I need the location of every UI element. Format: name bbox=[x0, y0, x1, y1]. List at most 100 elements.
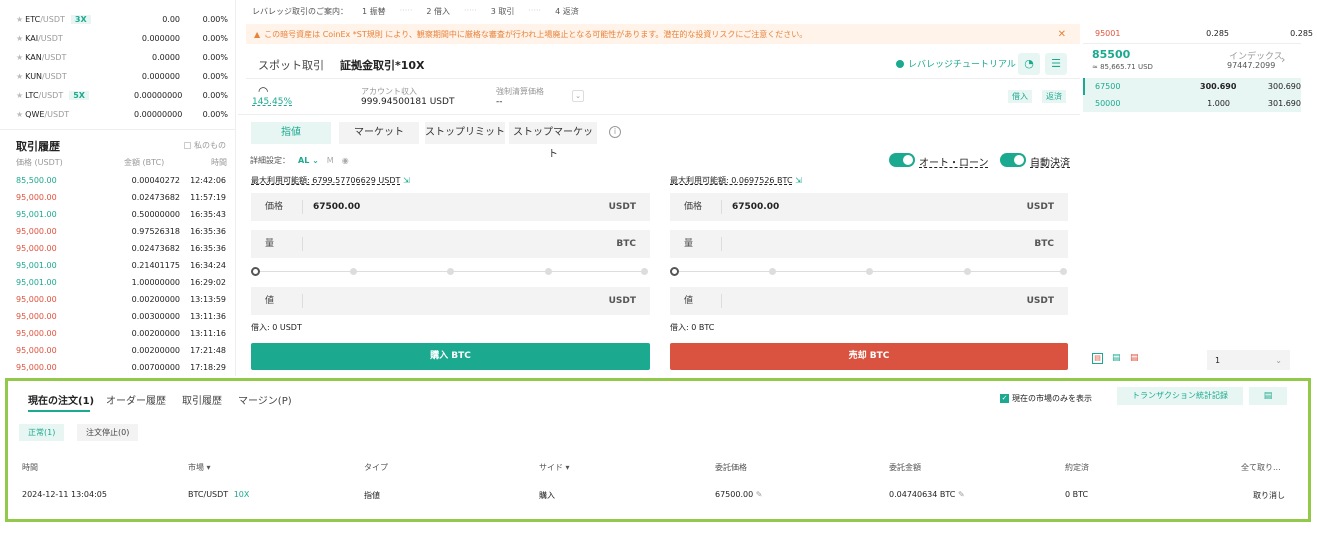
info-icon[interactable]: i bbox=[609, 126, 621, 138]
m-toggle[interactable]: M bbox=[327, 156, 334, 165]
leverage-badge: 5X bbox=[69, 91, 89, 100]
market-row-kai[interactable]: ★ KAI/USDT 0.000000 0.00% bbox=[16, 29, 228, 48]
cancel-all-button[interactable]: 全て取り... bbox=[1241, 462, 1281, 473]
trade-time: 16:35:36 bbox=[190, 244, 226, 253]
total-label: 値 bbox=[251, 294, 303, 308]
star-icon[interactable]: ★ bbox=[16, 91, 23, 100]
bid-row[interactable]: 50000 1.000 301.690 bbox=[1095, 95, 1301, 112]
chevron-right-icon[interactable]: › bbox=[1281, 53, 1285, 66]
transfer-icon[interactable]: ⇲ bbox=[403, 176, 410, 185]
guide-step[interactable]: 3 取引 bbox=[491, 6, 515, 17]
market-row-qwe[interactable]: ★ QWE/USDT 0.00000000 0.00% bbox=[16, 105, 228, 124]
price-value[interactable]: 67500.00 bbox=[303, 202, 609, 212]
borrow-button[interactable]: 借入 bbox=[1008, 90, 1032, 103]
stats-button[interactable]: トランザクション統計記録 bbox=[1117, 387, 1243, 405]
col-side[interactable]: サイド ▾ bbox=[539, 462, 570, 473]
guide-step[interactable]: 4 返済 bbox=[555, 6, 579, 17]
tab-trade-history[interactable]: 取引履歴 bbox=[182, 392, 222, 407]
order-type-limit[interactable]: 指値 bbox=[251, 122, 331, 144]
checkbox-icon[interactable] bbox=[184, 142, 191, 149]
ask-row[interactable]: 95001 0.285 0.285 bbox=[1095, 25, 1313, 42]
cancel-button[interactable]: 取り消し bbox=[1253, 490, 1285, 501]
market-row-ltc[interactable]: ★ LTC/USDT 5X 0.00000000 0.00% bbox=[16, 86, 228, 105]
close-icon[interactable]: ✕ bbox=[1058, 29, 1066, 40]
market-row-etc[interactable]: ★ ETC/USDT 3X 0.00 0.00% bbox=[16, 10, 228, 29]
document-icon[interactable]: ▤ bbox=[1249, 387, 1287, 405]
star-icon[interactable]: ★ bbox=[16, 72, 23, 81]
bid-row[interactable]: 67500 300.690 300.690 bbox=[1095, 78, 1301, 95]
trade-amount: 0.02473682 bbox=[131, 193, 180, 202]
only-current-checkbox[interactable]: ✓ 現在の市場のみを表示 bbox=[1000, 393, 1092, 404]
mine-checkbox[interactable]: 私のもの bbox=[184, 140, 226, 151]
buy-price-field[interactable]: 価格 67500.00 USDT bbox=[251, 193, 650, 221]
auto-loan-toggle[interactable] bbox=[889, 153, 915, 167]
market-quote: /USDT bbox=[44, 110, 70, 119]
slider-handle[interactable] bbox=[251, 267, 260, 276]
sell-price-field[interactable]: 価格 67500.00 USDT bbox=[670, 193, 1068, 221]
price-value[interactable]: 67500.00 bbox=[722, 202, 1027, 212]
sell-button[interactable]: 売却 BTC bbox=[670, 343, 1068, 370]
mine-label: 私のもの bbox=[194, 141, 226, 150]
sort-icon[interactable]: ▾ bbox=[207, 463, 211, 472]
star-icon[interactable]: ★ bbox=[16, 110, 23, 119]
settings-icon[interactable]: ☰ bbox=[1045, 53, 1067, 75]
eye-icon[interactable]: ◉ bbox=[342, 156, 349, 165]
col-side-label: サイド bbox=[539, 463, 563, 472]
sell-total-field[interactable]: 値 USDT bbox=[670, 287, 1068, 315]
market-quote: /USDT bbox=[38, 34, 63, 43]
star-icon[interactable]: ★ bbox=[16, 15, 23, 24]
tab-margin[interactable]: 証拠金取引*10X bbox=[340, 57, 425, 73]
repay-button[interactable]: 返済 bbox=[1042, 90, 1066, 103]
star-icon[interactable]: ★ bbox=[16, 34, 23, 43]
buy-qty-field[interactable]: 量 BTC bbox=[251, 230, 650, 258]
tutorial-link[interactable]: レバレッジチュートリアル bbox=[896, 57, 1016, 70]
trade-amount: 0.00700000 bbox=[131, 363, 180, 372]
al-toggle[interactable]: AL ⌄ bbox=[298, 156, 319, 165]
sell-qty-field[interactable]: 量 BTC bbox=[670, 230, 1068, 258]
buy-slider[interactable] bbox=[251, 267, 650, 277]
trade-time: 16:29:02 bbox=[190, 278, 226, 287]
layout-bids-icon[interactable]: ▤ bbox=[1112, 353, 1121, 363]
tab-order-history[interactable]: オーダー履歴 bbox=[106, 392, 166, 407]
col-market[interactable]: 市場 ▾ bbox=[188, 462, 211, 473]
chart-icon[interactable]: ◔ bbox=[1018, 53, 1040, 75]
advanced-settings: 詳細設定： AL ⌄ M ◉ bbox=[250, 155, 349, 166]
tab-spot[interactable]: スポット取引 bbox=[258, 57, 324, 73]
tab-current-orders[interactable]: 現在の注文(1) bbox=[28, 392, 94, 407]
order-type-stop-market[interactable]: ストップマーケット bbox=[509, 122, 597, 160]
precision-select[interactable]: 1 ⌄ bbox=[1207, 350, 1290, 370]
trade-price: 95,001.00 bbox=[16, 278, 57, 287]
liq-label: 強制清算価格 bbox=[496, 87, 544, 96]
guide-step[interactable]: 2 借入 bbox=[426, 6, 450, 17]
trade-history-title: 取引履歴 bbox=[16, 140, 60, 153]
market-row-kun[interactable]: ★ KUN/USDT 0.000000 0.00% bbox=[16, 67, 228, 86]
layout-both-icon[interactable]: ▤ bbox=[1092, 353, 1103, 364]
buy-total-field[interactable]: 値 USDT bbox=[251, 287, 650, 315]
auto-repay-toggle[interactable] bbox=[1000, 153, 1026, 167]
check-icon[interactable]: ✓ bbox=[1000, 394, 1009, 403]
order-type-stop-limit[interactable]: ストップリミット bbox=[425, 122, 505, 144]
edit-icon[interactable]: ✎ bbox=[756, 490, 763, 499]
market-name: KUN bbox=[25, 72, 43, 81]
slider-handle[interactable] bbox=[670, 267, 679, 276]
tab-margin[interactable]: マージン(P) bbox=[238, 392, 292, 407]
star-icon[interactable]: ★ bbox=[16, 53, 23, 62]
sell-slider[interactable] bbox=[670, 267, 1068, 277]
trade-price: 95,000.00 bbox=[16, 363, 57, 372]
order-type-market[interactable]: マーケット bbox=[339, 122, 419, 144]
warning-text: この暗号資産は CoinEx *ST規則 により、観察期間中に厳格な審査が行われ… bbox=[264, 29, 808, 39]
trade-row: 95,000.00 0.00200000 17:21:48 bbox=[16, 342, 228, 359]
guide-step[interactable]: 1 振替 bbox=[362, 6, 386, 17]
transfer-icon[interactable]: ⇲ bbox=[795, 176, 802, 185]
order-price-value: 67500.00 bbox=[715, 490, 754, 499]
edit-icon[interactable]: ✎ bbox=[958, 490, 965, 499]
sort-icon[interactable]: ▾ bbox=[566, 463, 570, 472]
total-unit: USDT bbox=[1026, 296, 1054, 306]
chevron-down-icon[interactable]: ⌄ bbox=[572, 90, 584, 102]
buy-button[interactable]: 購入 BTC bbox=[251, 343, 650, 370]
subtab-normal[interactable]: 正常(1) bbox=[19, 424, 65, 441]
market-row-kan[interactable]: ★ KAN/USDT 0.0000 0.00% bbox=[16, 48, 228, 67]
layout-asks-icon[interactable]: ▤ bbox=[1130, 353, 1139, 363]
subtab-stopped[interactable]: 注文停止(0) bbox=[77, 424, 139, 441]
risk-ratio[interactable]: 145.45% bbox=[252, 97, 292, 107]
